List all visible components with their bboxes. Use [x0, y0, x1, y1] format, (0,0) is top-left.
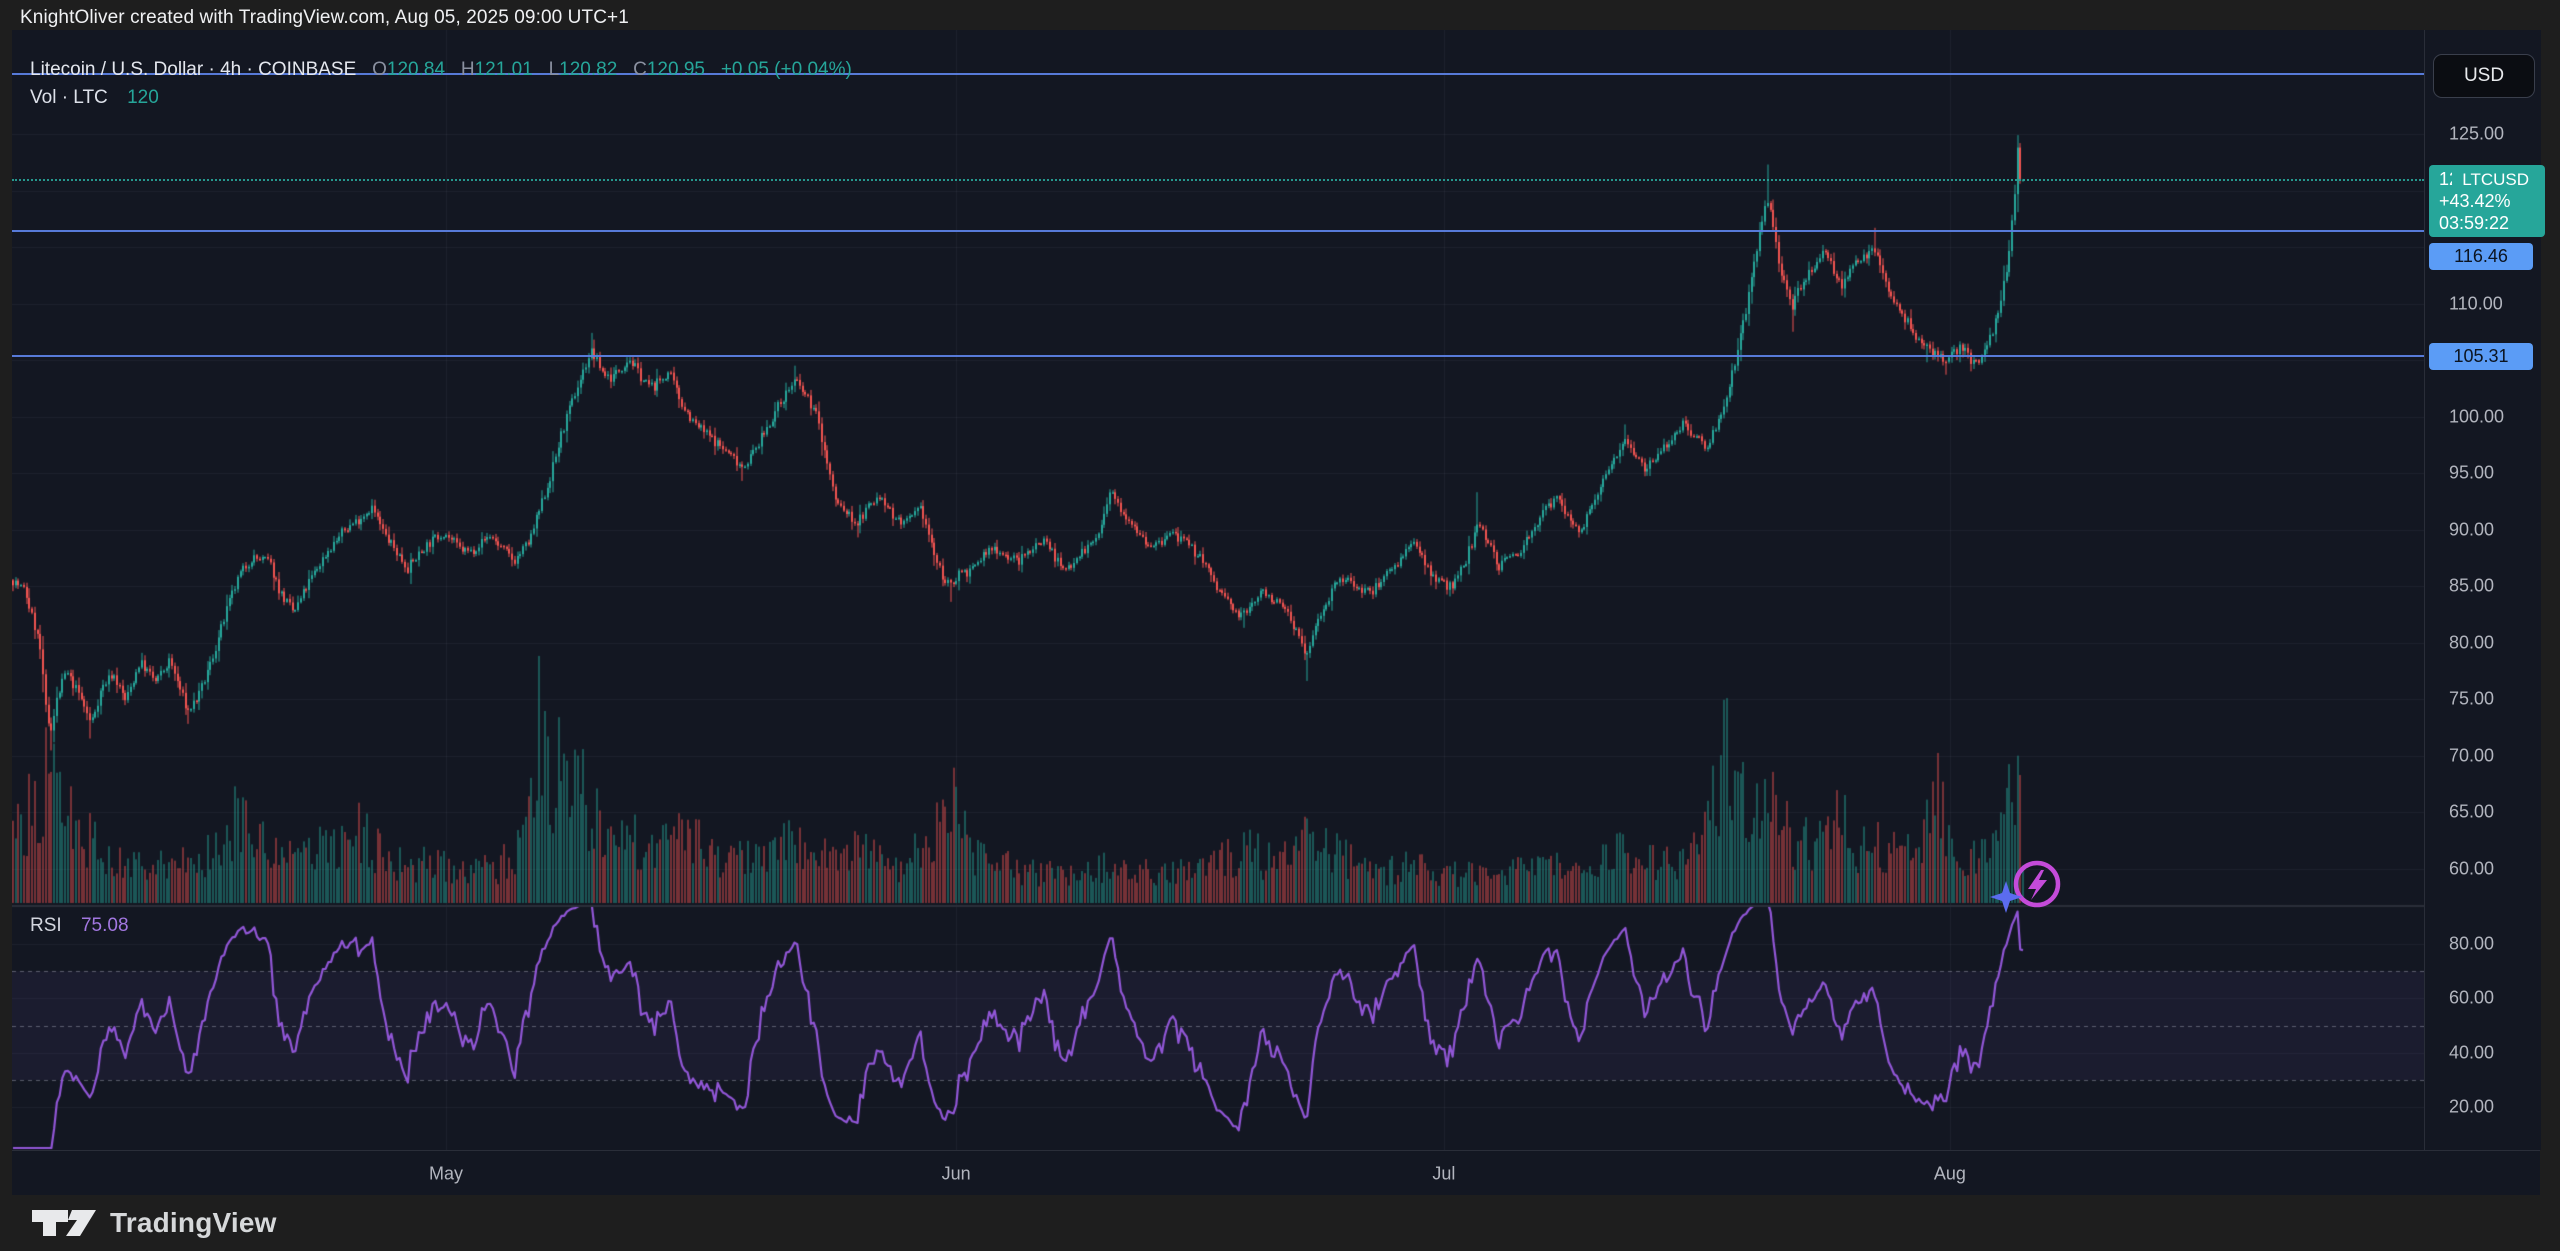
- rsi-legend: RSI 75.08: [30, 912, 129, 940]
- volume-label[interactable]: Vol · LTC: [30, 87, 108, 108]
- rsi-tick-label: 80.00: [2449, 934, 2494, 955]
- alert-badge-116[interactable]: 116.46: [2429, 243, 2533, 270]
- symbol-price-tag: LTCUSD: [2452, 167, 2539, 193]
- price-tick-label: 60.00: [2449, 858, 2494, 879]
- horizontal-line-116[interactable]: [12, 230, 2424, 232]
- price-tick-label: 80.00: [2449, 632, 2494, 653]
- badge-change-pct: +43.42%: [2439, 190, 2545, 212]
- current-price-line: [12, 179, 2424, 181]
- ohlc-high-value: 121.01: [475, 59, 533, 80]
- rsi-value: 75.08: [81, 915, 129, 936]
- rsi-tick-label: 20.00: [2449, 1097, 2494, 1118]
- time-tick-label: Jul: [1432, 1163, 1455, 1184]
- price-tick-label: 65.00: [2449, 802, 2494, 823]
- rsi-label[interactable]: RSI: [30, 915, 62, 936]
- attribution-bar: KnightOliver created with TradingView.co…: [20, 6, 629, 30]
- badge-countdown: 03:59:22: [2439, 212, 2545, 234]
- price-tick-label: 110.00: [2449, 293, 2503, 314]
- price-scale[interactable]: USD 125.00 110.00 100.00 95.00 90.00 85.00 80.…: [2424, 30, 2541, 1150]
- bottom-bar: TradingView: [0, 1195, 2560, 1251]
- volume-value: 120: [127, 87, 159, 108]
- price-tick-label: 85.00: [2449, 576, 2494, 597]
- tradingview-logo-text: TradingView: [110, 1207, 277, 1239]
- ohlc-low-label: L: [549, 59, 560, 80]
- price-tick-label: 100.00: [2449, 406, 2504, 427]
- time-tick-label: May: [429, 1163, 463, 1184]
- currency-usd-button[interactable]: USD: [2433, 54, 2535, 98]
- price-tick-label: 90.00: [2449, 519, 2494, 540]
- rsi-tick-label: 40.00: [2449, 1042, 2494, 1063]
- chart-widget: Litecoin / U.S. Dollar · 4h · COINBASE O…: [12, 30, 2540, 1195]
- ohlc-open-label: O: [372, 59, 387, 80]
- ohlc-change-value: +0.05 (+0.04%): [721, 59, 852, 80]
- time-axis[interactable]: May Jun Jul Aug: [12, 1150, 2540, 1196]
- time-tick-label: Aug: [1934, 1163, 1966, 1184]
- ohlc-low-value: 120.82: [559, 59, 617, 80]
- rsi-tick-label: 60.00: [2449, 988, 2494, 1009]
- price-tick-label: 70.00: [2449, 745, 2494, 766]
- ohlc-high-label: H: [461, 59, 475, 80]
- ohlc-close-label: C: [633, 59, 647, 80]
- horizontal-line-105[interactable]: [12, 355, 2424, 357]
- lightning-boost-icon[interactable]: [1970, 852, 2080, 930]
- tradingview-logo[interactable]: TradingView: [30, 1204, 277, 1242]
- price-tick-label: 125.00: [2449, 124, 2504, 145]
- ohlc-close-value: 120.95: [647, 59, 705, 80]
- alert-badge-105[interactable]: 105.31: [2429, 343, 2533, 370]
- price-tick-label: 95.00: [2449, 463, 2494, 484]
- chart-legend: Litecoin / U.S. Dollar · 4h · COINBASE O…: [30, 56, 852, 112]
- price-tick-label: 75.00: [2449, 689, 2494, 710]
- tradingview-logo-icon: [30, 1204, 98, 1242]
- time-tick-label: Jun: [942, 1163, 971, 1184]
- chart-canvas[interactable]: [12, 30, 2424, 1150]
- symbol-title[interactable]: Litecoin / U.S. Dollar · 4h · COINBASE: [30, 59, 356, 80]
- ohlc-open-value: 120.84: [387, 59, 445, 80]
